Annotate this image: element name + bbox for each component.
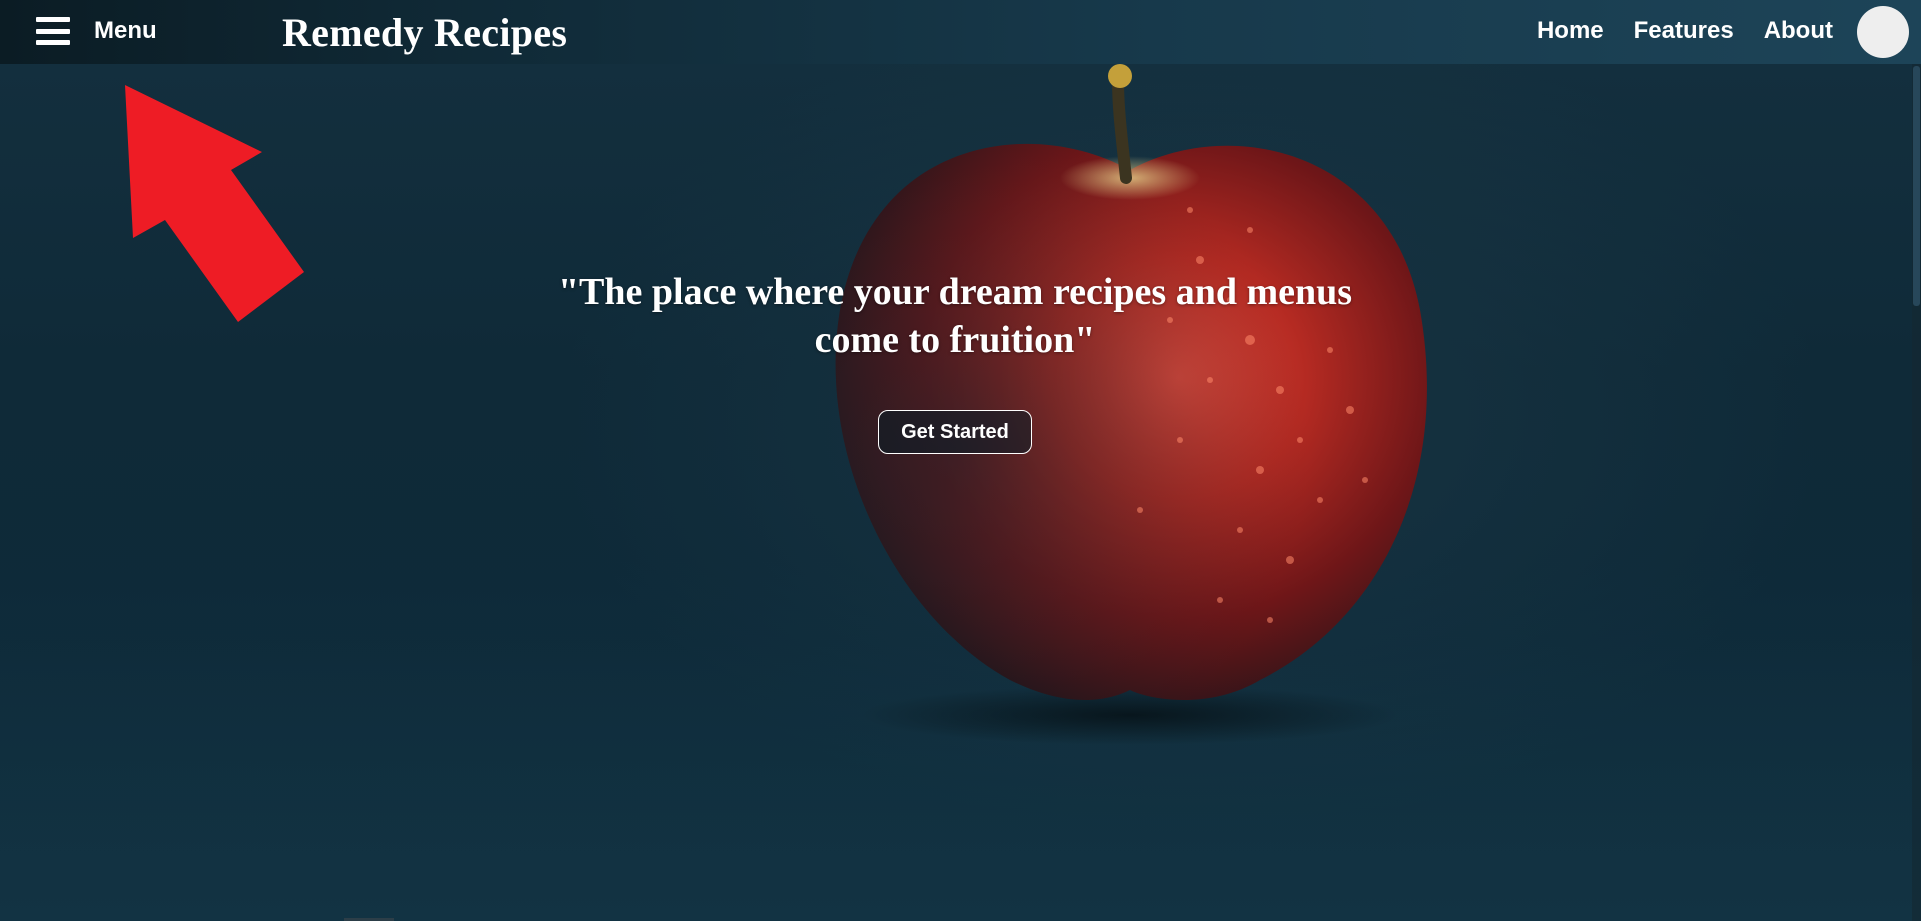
menu-label: Menu	[94, 17, 157, 44]
top-navigation-bar: Menu Remedy Recipes Home Features About	[0, 0, 1921, 64]
scrollbar-thumb[interactable]	[1913, 66, 1920, 306]
menu-button[interactable]: Menu	[36, 17, 157, 45]
page: Menu Remedy Recipes Home Features About …	[0, 0, 1921, 921]
vertical-scrollbar[interactable]	[1912, 64, 1921, 921]
main-nav: Home Features About	[1537, 17, 1833, 45]
red-arrow-annotation	[125, 85, 304, 322]
nav-link-features[interactable]: Features	[1634, 17, 1734, 45]
nav-link-home[interactable]: Home	[1537, 17, 1604, 45]
site-title[interactable]: Remedy Recipes	[282, 9, 567, 56]
hamburger-icon	[36, 17, 70, 45]
arrow-shape	[125, 85, 304, 322]
nav-link-about[interactable]: About	[1764, 17, 1833, 45]
avatar[interactable]	[1857, 6, 1909, 58]
hero-tagline: "The place where your dream recipes and …	[557, 271, 1353, 361]
hero-section: "The place where your dream recipes and …	[540, 268, 1370, 454]
get-started-button[interactable]: Get Started	[878, 410, 1032, 454]
